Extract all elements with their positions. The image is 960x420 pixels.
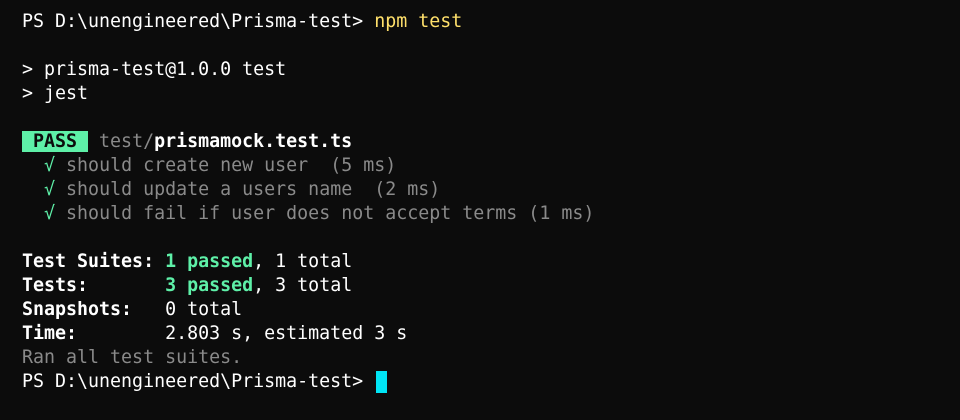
command-text: npm test: [374, 11, 463, 32]
summary-passed: 1 passed: [165, 251, 254, 272]
summary-label: Snapshots:: [22, 299, 166, 320]
test-file-result: PASS test/prismamock.test.ts: [22, 130, 960, 154]
prompt-path: PS D:\unengineered\Prisma-test>: [22, 11, 375, 32]
summary-label: Tests:: [22, 275, 166, 296]
prompt-line-current[interactable]: PS D:\unengineered\Prisma-test>: [22, 370, 960, 394]
test-dir: test/: [99, 131, 155, 152]
summary-value: 2.803 s, estimated 3 s: [165, 323, 408, 344]
test-case-text: should create new user (5 ms): [66, 155, 397, 176]
test-file-name: prismamock.test.ts: [154, 131, 353, 152]
text-cursor[interactable]: [376, 371, 388, 393]
check-icon: √: [44, 155, 56, 176]
check-icon: √: [44, 179, 56, 200]
summary-label: Test Suites:: [22, 251, 166, 272]
summary-snapshots: Snapshots: 0 total: [22, 298, 960, 322]
terminal-window[interactable]: PS D:\unengineered\Prisma-test> npm test…: [0, 0, 960, 420]
script-line-2: > jest: [22, 83, 89, 104]
check-icon: √: [44, 203, 56, 224]
prompt-path: PS D:\unengineered\Prisma-test>: [22, 371, 375, 392]
summary-label: Time:: [22, 323, 166, 344]
test-case-row: √ should fail if user does not accept te…: [22, 202, 960, 226]
prompt-line: PS D:\unengineered\Prisma-test> npm test: [22, 10, 960, 34]
summary-total: , 1 total: [253, 251, 353, 272]
test-case-text: should update a users name (2 ms): [66, 179, 441, 200]
pass-badge: PASS: [22, 131, 89, 152]
test-case-text: should fail if user does not accept term…: [66, 203, 595, 224]
summary-passed: 3 passed: [165, 275, 254, 296]
summary-tests: Tests: 3 passed, 3 total: [22, 274, 960, 298]
test-case-row: √ should update a users name (2 ms): [22, 178, 960, 202]
summary-time: Time: 2.803 s, estimated 3 s: [22, 322, 960, 346]
script-line-1: > prisma-test@1.0.0 test: [22, 59, 287, 80]
summary-value: 0 total: [165, 299, 243, 320]
summary-suites: Test Suites: 1 passed, 1 total: [22, 250, 960, 274]
summary-ran: Ran all test suites.: [22, 347, 243, 368]
summary-total: , 3 total: [253, 275, 353, 296]
test-case-row: √ should create new user (5 ms): [22, 154, 960, 178]
